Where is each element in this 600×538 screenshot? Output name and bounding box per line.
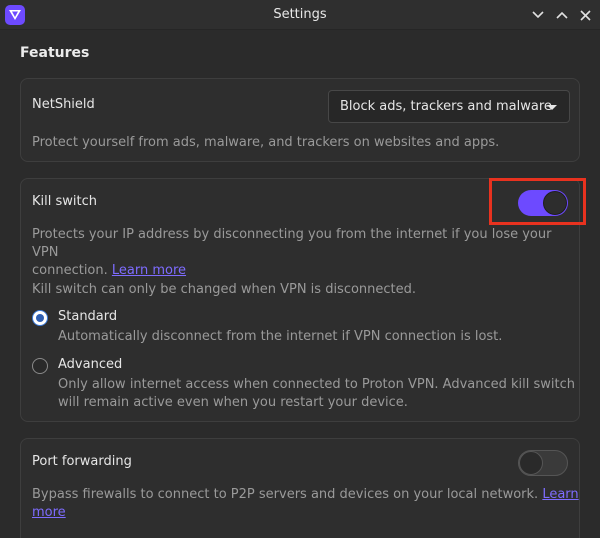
- kill-switch-learn-more-link[interactable]: Learn more: [112, 263, 186, 278]
- settings-content: Features NetShield Block ads, trackers a…: [0, 30, 600, 538]
- maximize-button[interactable]: [553, 6, 571, 24]
- window-title: Settings: [273, 7, 327, 22]
- netshield-dropdown[interactable]: Block ads, trackers and malware: [328, 90, 570, 123]
- kill-switch-desc-line2: connection.: [32, 263, 108, 278]
- kill-switch-highlight-box: [489, 178, 586, 225]
- netshield-card: NetShield Block ads, trackers and malwar…: [20, 78, 580, 162]
- advanced-desc-line1: Only allow internet access when connecte…: [58, 377, 576, 392]
- title-bar: Settings: [0, 0, 600, 30]
- kill-switch-note: Kill switch can only be changed when VPN…: [32, 282, 417, 297]
- caret-down-icon: [547, 105, 557, 110]
- minimize-button[interactable]: [529, 6, 547, 24]
- port-forwarding-label: Port forwarding: [32, 454, 132, 469]
- port-forwarding-toggle[interactable]: [518, 450, 568, 476]
- standard-radio[interactable]: [32, 310, 48, 326]
- kill-switch-description: Protects your IP address by disconnectin…: [32, 226, 579, 280]
- port-forwarding-learn-link[interactable]: Learn: [542, 487, 578, 502]
- port-forwarding-more-link[interactable]: more: [32, 505, 66, 520]
- netshield-dropdown-value: Block ads, trackers and malware: [340, 99, 552, 114]
- port-forwarding-description: Bypass firewalls to connect to P2P serve…: [32, 486, 579, 522]
- standard-label: Standard: [58, 309, 118, 324]
- port-forwarding-desc-text: Bypass firewalls to connect to P2P serve…: [32, 487, 539, 502]
- chevron-up-icon: [556, 11, 568, 19]
- advanced-label: Advanced: [58, 357, 123, 372]
- advanced-radio[interactable]: [32, 358, 48, 374]
- kill-switch-desc-line1: Protects your IP address by disconnectin…: [32, 227, 552, 260]
- kill-switch-label: Kill switch: [32, 194, 97, 209]
- standard-description: Automatically disconnect from the intern…: [58, 329, 503, 344]
- netshield-description: Protect yourself from ads, malware, and …: [32, 135, 500, 150]
- features-heading: Features: [20, 45, 90, 61]
- advanced-desc-line2: will remain active even when you restart…: [58, 395, 408, 410]
- netshield-label: NetShield: [32, 97, 95, 112]
- port-forwarding-card: Port forwarding Bypass firewalls to conn…: [20, 438, 580, 538]
- toggle-knob: [519, 451, 543, 475]
- chevron-down-icon: [532, 11, 544, 19]
- advanced-description: Only allow internet access when connecte…: [58, 376, 575, 412]
- close-button[interactable]: [576, 6, 594, 24]
- close-icon: [579, 9, 591, 21]
